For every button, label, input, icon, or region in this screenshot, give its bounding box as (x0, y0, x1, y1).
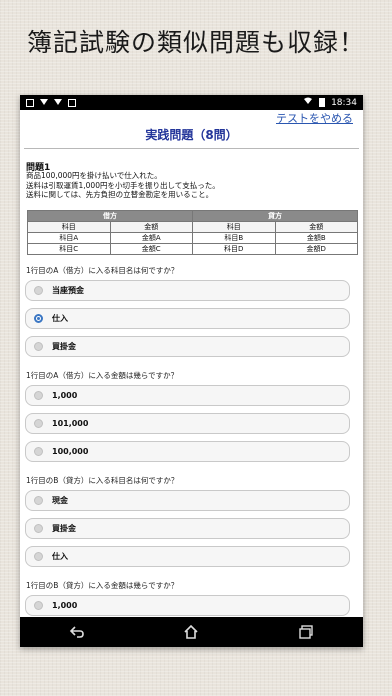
radio-button[interactable] (34, 286, 43, 295)
radio-button[interactable] (34, 496, 43, 505)
home-icon[interactable] (176, 622, 206, 642)
radio-button[interactable] (34, 447, 43, 456)
question-label: 1行目のB（貸方）に入る科目名は何ですか？ (26, 476, 179, 485)
table-cell: 金額D (274, 243, 358, 255)
option-label: 仕入 (52, 314, 68, 323)
status-bar: 18:34 (20, 95, 363, 110)
table-cell: 金額B (274, 232, 358, 244)
radio-button[interactable] (34, 601, 43, 610)
option-label: 当座預金 (52, 286, 84, 295)
table-cell: 科目A (27, 232, 111, 244)
table-row: 科目C 金額C 科目D 金額D (27, 243, 358, 255)
option-label: 1,000 (52, 601, 78, 610)
download-icon (54, 98, 62, 105)
problem-line: 送料は引取運賃1,000円を小切手を振り出して支払った。 (26, 180, 220, 190)
quit-test-link[interactable]: テストをやめる (276, 110, 353, 126)
option-label: 買掛金 (52, 342, 76, 351)
radio-button-selected[interactable] (34, 314, 43, 323)
table-cell: 金額A (109, 232, 193, 244)
answer-option[interactable]: 1,000 (25, 385, 350, 406)
question-label: 1行目のB（貸方）に入る金額は幾らですか？ (26, 581, 179, 590)
option-label: 100,000 (52, 447, 89, 456)
answer-option[interactable]: 当座預金 (25, 280, 350, 301)
promo-headline: 簿記試験の類似問題も収録！ (26, 28, 365, 57)
recents-icon[interactable] (291, 622, 321, 642)
debit-header: 借方 (27, 210, 193, 222)
answer-option[interactable]: 100,000 (25, 441, 350, 462)
table-row: 科目A 金額A 科目B 金額B (27, 232, 358, 244)
credit-header: 貸方 (192, 210, 358, 222)
column-header: 科目 (27, 221, 111, 233)
option-label: 仕入 (52, 552, 68, 561)
status-time: 18:34 (331, 97, 357, 108)
table-cell: 科目C (27, 243, 111, 255)
answer-option[interactable]: 現金 (25, 490, 350, 511)
option-label: 101,000 (52, 419, 89, 428)
radio-button[interactable] (34, 391, 43, 400)
option-label: 1,000 (52, 391, 78, 400)
table-cell: 金額C (109, 243, 193, 255)
table-cell: 科目D (192, 243, 276, 255)
answer-option[interactable]: 101,000 (25, 413, 350, 434)
radio-button[interactable] (34, 419, 43, 428)
answer-option[interactable]: 買掛金 (25, 518, 350, 539)
radio-button[interactable] (34, 342, 43, 351)
problem-line: 送料に関しては、先方負担の立替金勘定を用いること。 (26, 190, 214, 199)
answer-option[interactable]: 買掛金 (25, 336, 350, 357)
device-frame: 18:34 テストをやめる 実践問題（8問） 問題1 商品100,000円を掛け… (20, 95, 363, 647)
option-label: 買掛金 (52, 524, 76, 533)
radio-button[interactable] (34, 552, 43, 561)
table-cell: 科目B (192, 232, 276, 244)
problem-line: 商品100,000円を掛け払いで仕入れた。 (26, 171, 162, 180)
answer-option[interactable]: 仕入 (25, 546, 350, 567)
answer-option[interactable]: 1,000 (25, 595, 350, 616)
notification-image-icon (26, 98, 34, 107)
wifi-icon (303, 97, 313, 108)
battery-icon (319, 98, 326, 107)
title-divider (24, 148, 359, 149)
column-header: 金額 (274, 221, 358, 233)
back-icon[interactable] (62, 622, 92, 642)
app-screen: テストをやめる 実践問題（8問） 問題1 商品100,000円を掛け払いで仕入れ… (20, 110, 363, 617)
problem-text: 商品100,000円を掛け払いで仕入れた。 送料は引取運賃1,000円を小切手を… (26, 171, 220, 200)
notification-photo-icon (68, 98, 76, 107)
column-header: 科目 (192, 221, 276, 233)
option-label: 現金 (52, 496, 68, 505)
question-label: 1行目のA（借方）に入る科目名は何ですか？ (26, 266, 179, 275)
column-header: 金額 (109, 221, 193, 233)
navigation-bar (20, 617, 363, 647)
download-icon (40, 98, 48, 105)
radio-button[interactable] (34, 524, 43, 533)
journal-table: 借方 貸方 科目 金額 科目 金額 科目A 金額A 科目B 金額B 科目C 金額… (27, 210, 358, 255)
question-label: 1行目のA（借方）に入る金額は幾らですか？ (26, 371, 179, 380)
page-title: 実践問題（8問） (145, 128, 238, 142)
answer-option[interactable]: 仕入 (25, 308, 350, 329)
